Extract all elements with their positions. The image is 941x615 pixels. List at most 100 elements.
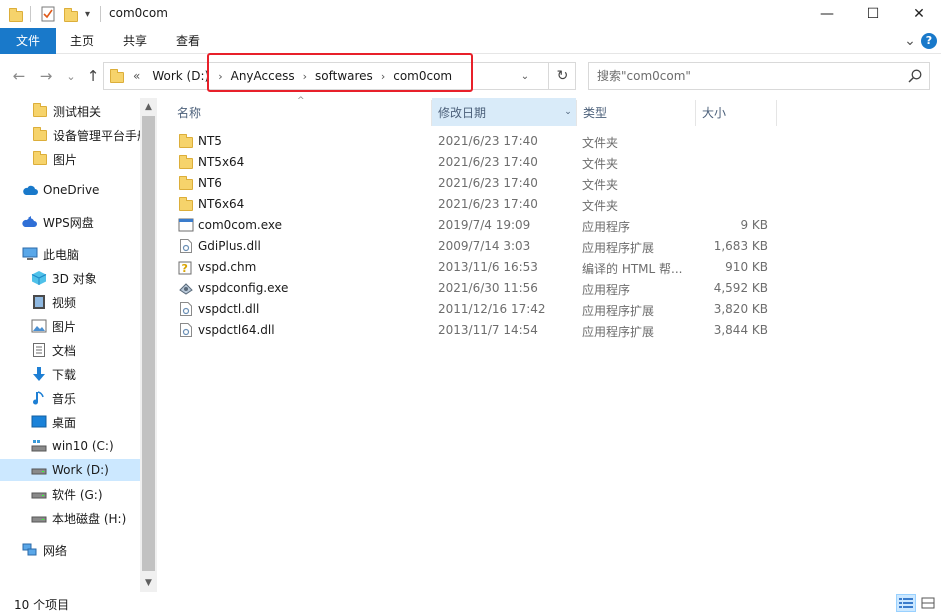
table-row[interactable]: NT6x64 2021/6/23 17:40 文件夹 — [175, 194, 775, 215]
folder-icon — [178, 175, 194, 191]
address-bar[interactable]: « Work (D:) › AnyAccess › softwares › co… — [103, 62, 576, 90]
folder-icon — [32, 102, 48, 119]
search-icon[interactable] — [907, 68, 923, 84]
back-button[interactable]: ← — [10, 66, 28, 86]
file-type: 应用程序扩展 — [582, 304, 655, 318]
address-dropdown-icon[interactable]: ⌄ — [518, 69, 532, 83]
column-dropdown-icon[interactable]: ⌄ — [562, 106, 574, 118]
chevron-right-icon[interactable]: › — [381, 70, 385, 83]
status-bar: 10 个项目 — [0, 592, 941, 615]
table-row[interactable]: GdiPlus.dll 2009/7/14 3:03 应用程序扩展 1,683 … — [175, 236, 775, 257]
column-header-date[interactable]: 修改日期 ⌄ — [432, 98, 576, 126]
item-count: 10 个项目 — [14, 598, 70, 612]
column-label: 名称 — [177, 105, 202, 120]
sidebar-item-music[interactable]: 音乐 — [0, 387, 140, 409]
expand-ribbon-icon[interactable]: ⌄ — [901, 32, 919, 50]
file-name: NT6 — [198, 176, 222, 190]
up-button[interactable]: ↑ — [84, 66, 102, 86]
dll-icon — [178, 322, 194, 338]
help-button[interactable]: ? — [920, 32, 938, 50]
sidebar-item-desktop[interactable]: 桌面 — [0, 411, 140, 433]
navigation-bar: ← → ⌄ ↑ « Work (D:) › AnyAccess › softwa… — [0, 54, 941, 98]
table-row[interactable]: NT6 2021/6/23 17:40 文件夹 — [175, 173, 775, 194]
minimize-button[interactable]: — — [804, 0, 850, 28]
scroll-up-button[interactable]: ▲ — [140, 98, 157, 115]
tab-view[interactable]: 查看 — [164, 28, 212, 54]
file-name: NT5x64 — [198, 155, 245, 169]
sidebar-item-pictures-quick[interactable]: 图片 — [0, 148, 140, 170]
file-type: 应用程序 — [582, 283, 631, 297]
column-header-name[interactable]: 名称 ^ — [157, 96, 431, 126]
properties-icon[interactable] — [41, 5, 55, 23]
chevron-right-icon[interactable]: › — [218, 70, 222, 83]
sidebar-item-drive-h[interactable]: 本地磁盘 (H:) — [0, 507, 140, 529]
sidebar-item-3d-objects[interactable]: 3D 对象 — [0, 267, 140, 289]
sidebar-item-documents[interactable]: 文档 — [0, 339, 140, 361]
breadcrumb-overflow[interactable]: « — [133, 69, 140, 83]
column-divider[interactable] — [776, 100, 777, 126]
music-icon — [31, 390, 47, 406]
table-row[interactable]: vspdconfig.exe 2021/6/30 11:56 应用程序 4,59… — [175, 278, 775, 299]
recent-locations-button[interactable]: ⌄ — [62, 66, 80, 86]
sidebar-item-videos[interactable]: 视频 — [0, 291, 140, 313]
file-type: 编译的 HTML 帮... — [582, 262, 683, 276]
folder-icon — [178, 154, 194, 170]
breadcrumb-item-softwares[interactable]: softwares — [315, 69, 373, 83]
close-button[interactable]: ✕ — [896, 0, 941, 28]
download-icon — [31, 366, 47, 382]
table-row[interactable]: com0com.exe 2019/7/4 19:09 应用程序 9 KB — [175, 215, 775, 236]
column-header-size[interactable]: 大小 — [696, 98, 776, 126]
sidebar-item-drive-c[interactable]: win10 (C:) — [0, 435, 140, 457]
sidebar-item-label: 测试相关 — [53, 104, 102, 119]
table-row[interactable]: NT5 2021/6/23 17:40 文件夹 — [175, 131, 775, 152]
table-row[interactable]: NT5x64 2021/6/23 17:40 文件夹 — [175, 152, 775, 173]
file-date: 2021/6/30 11:56 — [438, 281, 538, 295]
file-date: 2009/7/14 3:03 — [438, 239, 531, 253]
refresh-button[interactable]: ↻ — [548, 63, 576, 89]
sidebar-item-drive-g[interactable]: 软件 (G:) — [0, 483, 140, 505]
scroll-down-button[interactable]: ▼ — [140, 574, 157, 591]
maximize-button[interactable]: ☐ — [850, 0, 896, 28]
chevron-right-icon[interactable]: › — [303, 70, 307, 83]
cloud-icon — [22, 214, 38, 230]
file-name: com0com.exe — [198, 218, 282, 232]
sidebar-item-downloads[interactable]: 下载 — [0, 363, 140, 385]
file-type: 文件夹 — [582, 178, 619, 192]
table-row[interactable]: vspdctl64.dll 2013/11/7 14:54 应用程序扩展 3,8… — [175, 320, 775, 341]
breadcrumb-item-anyaccess[interactable]: AnyAccess — [231, 69, 295, 83]
breadcrumb-item-com0com[interactable]: com0com — [393, 69, 452, 83]
quick-access-dropdown-icon[interactable]: ▾ — [85, 5, 90, 23]
folder-icon — [178, 196, 194, 212]
breadcrumb-item-work-d[interactable]: Work (D:) — [152, 69, 209, 83]
details-view-button[interactable] — [896, 594, 916, 612]
table-row[interactable]: ? vspd.chm 2013/11/6 16:53 编译的 HTML 帮...… — [175, 257, 775, 278]
table-row[interactable]: vspdctl.dll 2011/12/16 17:42 应用程序扩展 3,82… — [175, 299, 775, 320]
column-label: 类型 — [583, 105, 608, 120]
sidebar-item-drive-d[interactable]: Work (D:) — [0, 459, 140, 481]
search-box[interactable] — [588, 62, 930, 90]
sidebar-item-wps[interactable]: WPS网盘 — [0, 211, 140, 233]
sidebar-item-manual[interactable]: 设备管理平台手册 — [0, 124, 140, 146]
search-input[interactable] — [597, 67, 897, 85]
file-size: 3,820 KB — [713, 302, 768, 316]
tab-home[interactable]: 主页 — [58, 28, 106, 54]
tab-share[interactable]: 共享 — [111, 28, 159, 54]
sidebar-item-label: OneDrive — [43, 183, 100, 197]
sidebar-item-onedrive[interactable]: OneDrive — [0, 179, 140, 201]
column-header-type[interactable]: 类型 — [577, 98, 695, 126]
sidebar-item-network[interactable]: 网络 — [0, 539, 140, 561]
file-type: 文件夹 — [582, 199, 619, 213]
sidebar-item-this-pc[interactable]: 此电脑 — [0, 243, 140, 265]
file-date: 2013/11/6 16:53 — [438, 260, 538, 274]
sidebar-item-pictures[interactable]: 图片 — [0, 315, 140, 337]
sidebar-item-label: 图片 — [52, 319, 77, 334]
drive-icon — [31, 438, 47, 454]
sidebar-scroll-thumb[interactable] — [142, 116, 155, 571]
sidebar-item-test[interactable]: 测试相关 — [0, 100, 140, 122]
title-bar: ▾ com0com — ☐ ✕ — [0, 0, 941, 28]
sidebar-item-label: 软件 (G:) — [52, 487, 103, 502]
large-icons-view-button[interactable] — [918, 594, 938, 612]
forward-button[interactable]: → — [37, 66, 55, 86]
tab-file[interactable]: 文件 — [0, 28, 56, 54]
new-folder-icon[interactable] — [64, 5, 78, 23]
